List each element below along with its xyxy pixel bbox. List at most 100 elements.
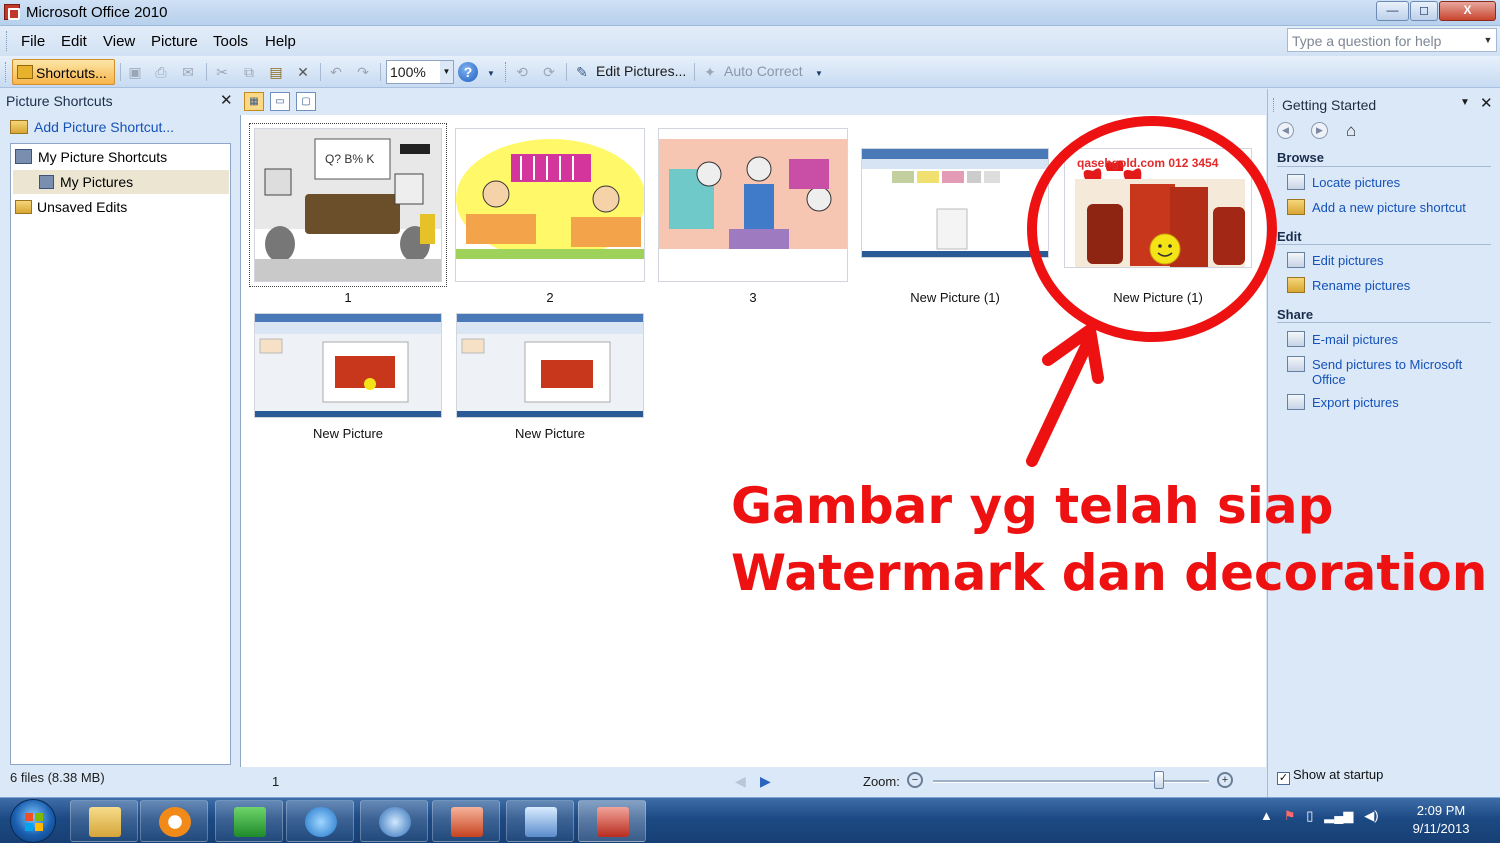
action-center-icon[interactable]: ⚑ [1284,808,1296,823]
taskbar-network[interactable] [360,800,428,842]
taskbar-media-player[interactable] [140,800,208,842]
auto-correct-button[interactable]: Auto Correct [724,63,803,79]
toolbar-separator [380,63,381,81]
single-picture-view-icon[interactable]: ▢ [296,92,316,111]
section-share: Share [1277,307,1314,322]
tree-item-unsaved-edits[interactable]: Unsaved Edits [15,199,127,215]
show-at-startup-option[interactable]: ✓ Show at startup [1277,767,1383,785]
page-number: 1 [272,774,280,789]
getting-started-pane: Getting Started ▼ ✕ ◀ ▶ ⌂ Browse Locate … [1267,89,1500,797]
toolbar-options-chevron-icon[interactable]: ▼ [487,69,495,78]
add-picture-shortcut-link[interactable]: Add Picture Shortcut... [10,119,174,135]
show-hidden-icons-icon[interactable]: ▲ [1260,808,1273,823]
zoom-dropdown-icon[interactable]: ▼ [440,61,453,83]
window-title: Microsoft Office 2010 [26,4,168,21]
cut-icon[interactable]: ✂ [214,64,230,80]
locate-pictures-icon [1287,174,1305,190]
system-clock[interactable]: 2:09 PM 9/11/2013 [1398,802,1484,838]
back-icon[interactable]: ◀ [1277,122,1294,139]
save-icon[interactable]: ▣ [127,64,143,80]
powerpoint-screenshot-image [457,314,643,417]
zoom-slider-track[interactable] [933,780,1209,783]
tree-item-my-picture-shortcuts[interactable]: My Picture Shortcuts [15,149,167,165]
email-pictures-link[interactable]: E-mail pictures [1312,332,1398,347]
taskbar-picture-manager[interactable] [578,800,646,842]
zoom-combo[interactable]: 100% ▼ [386,60,454,84]
zoom-slider-thumb[interactable] [1154,771,1165,789]
close-window-button[interactable]: X [1439,1,1496,21]
toolbar-grip[interactable] [5,62,8,82]
menu-tools[interactable]: Tools [213,33,248,50]
close-pane-icon[interactable]: ✕ [220,91,233,109]
taskbar-internet-explorer[interactable] [286,800,354,842]
maximize-button[interactable]: ◻ [1410,1,1438,21]
toolbar-separator [320,63,321,81]
section-edit: Edit [1277,229,1302,244]
toolbar-options-chevron-icon[interactable]: ▼ [815,69,823,78]
delete-icon[interactable]: ✕ [295,64,311,80]
pane-grip[interactable] [1273,98,1276,112]
menu-help[interactable]: Help [265,33,296,50]
previous-page-icon[interactable]: ◀ [735,773,746,790]
taskbar-stock-app[interactable] [215,800,283,842]
locate-pictures-link[interactable]: Locate pictures [1312,175,1400,190]
thumbnail-image [861,148,1049,258]
battery-icon[interactable]: ▯ [1306,808,1313,823]
signal-icon[interactable]: ▂▄▆ [1324,808,1353,823]
menu-grip[interactable] [6,31,9,51]
export-pictures-link[interactable]: Export pictures [1312,395,1399,410]
filmstrip-view-icon[interactable]: ▭ [270,92,290,111]
help-search-input[interactable]: Type a question for help ▼ [1287,28,1497,52]
zoom-in-icon[interactable]: + [1217,772,1233,788]
zoom-out-icon[interactable]: − [907,772,923,788]
forward-icon[interactable]: ▶ [1311,122,1328,139]
rotate-right-icon[interactable]: ⟳ [541,64,557,80]
print-icon[interactable]: ⎙ [153,64,169,80]
edit-pictures-icon: ✎ [576,64,588,80]
menu-file[interactable]: File [21,33,45,50]
email-icon[interactable]: ✉ [180,64,196,80]
clock-date: 9/11/2013 [1412,821,1470,836]
menu-picture[interactable]: Picture [151,33,198,50]
taskbar-powerpoint[interactable] [432,800,500,842]
send-to-office-link[interactable]: Send pictures to Microsoft Office [1312,357,1472,387]
shortcuts-button[interactable]: Shortcuts... [12,59,115,85]
help-icon[interactable]: ? [458,62,478,82]
volume-icon[interactable]: ◀) [1364,808,1378,823]
menu-view[interactable]: View [103,33,135,50]
start-button[interactable] [10,799,56,843]
toolbar-grip[interactable] [505,62,508,82]
help-search-dropdown-icon[interactable]: ▼ [1480,29,1496,51]
taskbar-explorer[interactable] [70,800,138,842]
paste-icon[interactable]: ▤ [268,64,284,80]
close-pane-icon[interactable]: ✕ [1480,94,1493,112]
zoom-label: Zoom: [863,774,900,789]
taskbar-control-panel[interactable] [506,800,574,842]
thumbnail-label: New Picture [514,426,586,441]
undo-icon[interactable]: ↶ [328,64,344,80]
edit-pictures-icon [1287,252,1305,268]
toolbar-separator [566,63,567,81]
tree-item-my-pictures[interactable]: My Pictures [13,170,229,194]
thumbnail-image [658,128,848,282]
pane-menu-dropdown-icon[interactable]: ▼ [1460,97,1470,108]
next-page-icon[interactable]: ▶ [760,773,771,790]
show-at-startup-checkbox[interactable]: ✓ [1277,772,1290,785]
chart-app-icon [234,807,266,837]
copy-icon[interactable]: ⧉ [241,64,257,80]
redo-icon[interactable]: ↷ [355,64,371,80]
menu-edit[interactable]: Edit [61,33,87,50]
thumbnail-view-icon[interactable]: ▦ [244,92,264,111]
add-picture-shortcut-link[interactable]: Add a new picture shortcut [1312,200,1466,215]
minimize-button[interactable]: — [1376,1,1409,21]
export-pictures-icon [1287,394,1305,410]
edit-pictures-button[interactable]: Edit Pictures... [596,63,686,79]
picture-manager-app-icon[interactable] [4,4,20,20]
annotation-text-line-1: Gambar yg telah siap [731,477,1334,535]
rename-pictures-link[interactable]: Rename pictures [1312,278,1410,293]
rotate-left-icon[interactable]: ⟲ [514,64,530,80]
internet-explorer-icon [305,807,337,837]
home-icon[interactable]: ⌂ [1346,121,1356,141]
edit-pictures-link[interactable]: Edit pictures [1312,253,1384,268]
shortcuts-folder-icon [17,65,33,79]
